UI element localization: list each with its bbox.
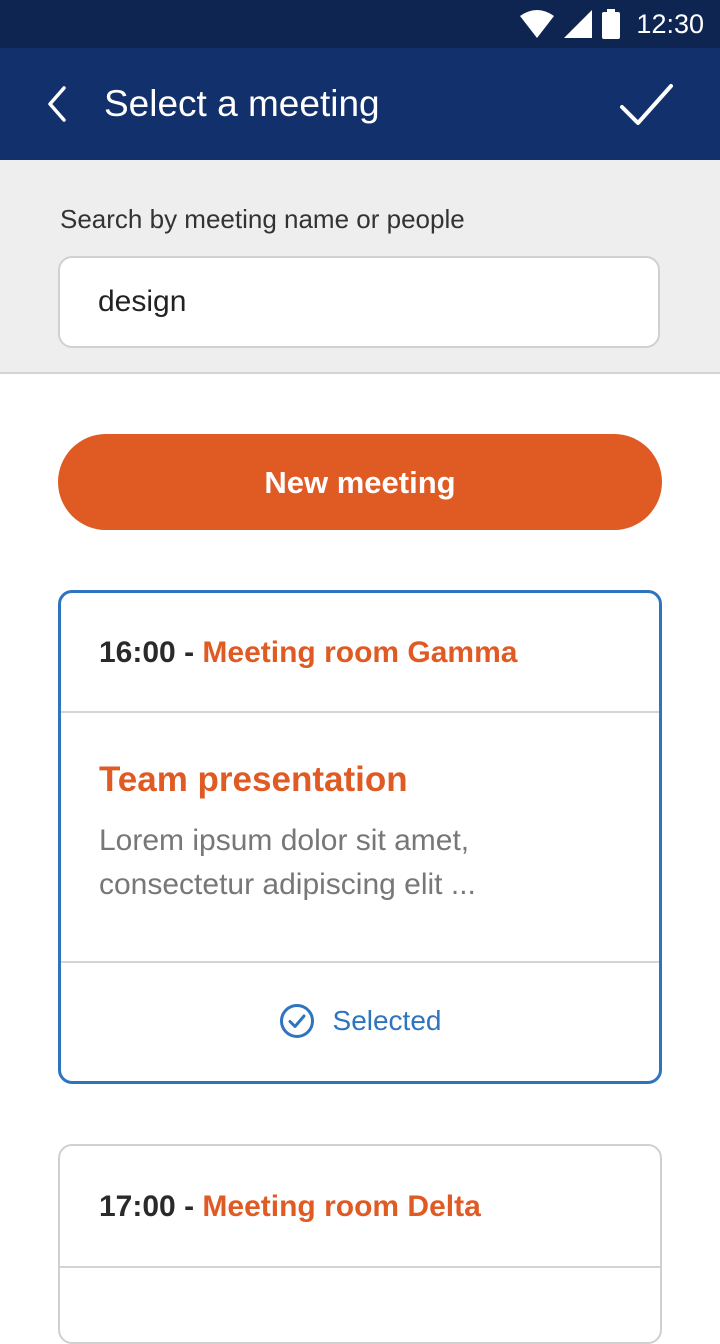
meeting-name: Team presentation bbox=[99, 760, 408, 799]
signal-icon bbox=[564, 10, 593, 38]
chevron-left-icon[interactable] bbox=[40, 84, 74, 124]
meeting-header: 16:00 - Meeting room Gamma bbox=[61, 593, 659, 713]
check-circle-icon bbox=[279, 1004, 314, 1038]
meeting-room: Meeting room Gamma bbox=[202, 636, 518, 669]
meeting-card[interactable]: 17:00 - Meeting room Delta bbox=[58, 1144, 662, 1344]
status-bar: 12:30 bbox=[0, 0, 720, 48]
meeting-description: Lorem ipsum dolor sit amet, consectetur … bbox=[99, 824, 476, 901]
meeting-time: 16:00 bbox=[99, 636, 176, 669]
status-time: 12:30 bbox=[636, 8, 704, 39]
meeting-separator: - bbox=[175, 1190, 203, 1223]
selected-indicator[interactable]: Selected bbox=[61, 963, 659, 1079]
meeting-details: Team presentation Lorem ipsum dolor sit … bbox=[61, 713, 659, 963]
app-bar: Select a meeting bbox=[0, 48, 720, 160]
meeting-separator: - bbox=[175, 636, 203, 669]
search-label: Search by meeting name or people bbox=[60, 204, 465, 234]
selected-label: Selected bbox=[332, 1005, 442, 1036]
wifi-icon bbox=[520, 10, 555, 38]
new-meeting-button[interactable]: New meeting bbox=[58, 434, 662, 530]
search-input[interactable] bbox=[58, 256, 660, 348]
meeting-card-selected[interactable]: 16:00 - Meeting room Gamma Team presenta… bbox=[58, 590, 662, 1084]
meeting-time: 17:00 bbox=[99, 1190, 176, 1223]
search-section: Search by meeting name or people bbox=[0, 160, 720, 374]
meeting-room: Meeting room Delta bbox=[202, 1190, 481, 1223]
battery-icon bbox=[602, 9, 621, 39]
meeting-header: 17:00 - Meeting room Delta bbox=[60, 1146, 660, 1268]
check-icon[interactable] bbox=[616, 80, 676, 130]
page-title: Select a meeting bbox=[104, 83, 380, 124]
